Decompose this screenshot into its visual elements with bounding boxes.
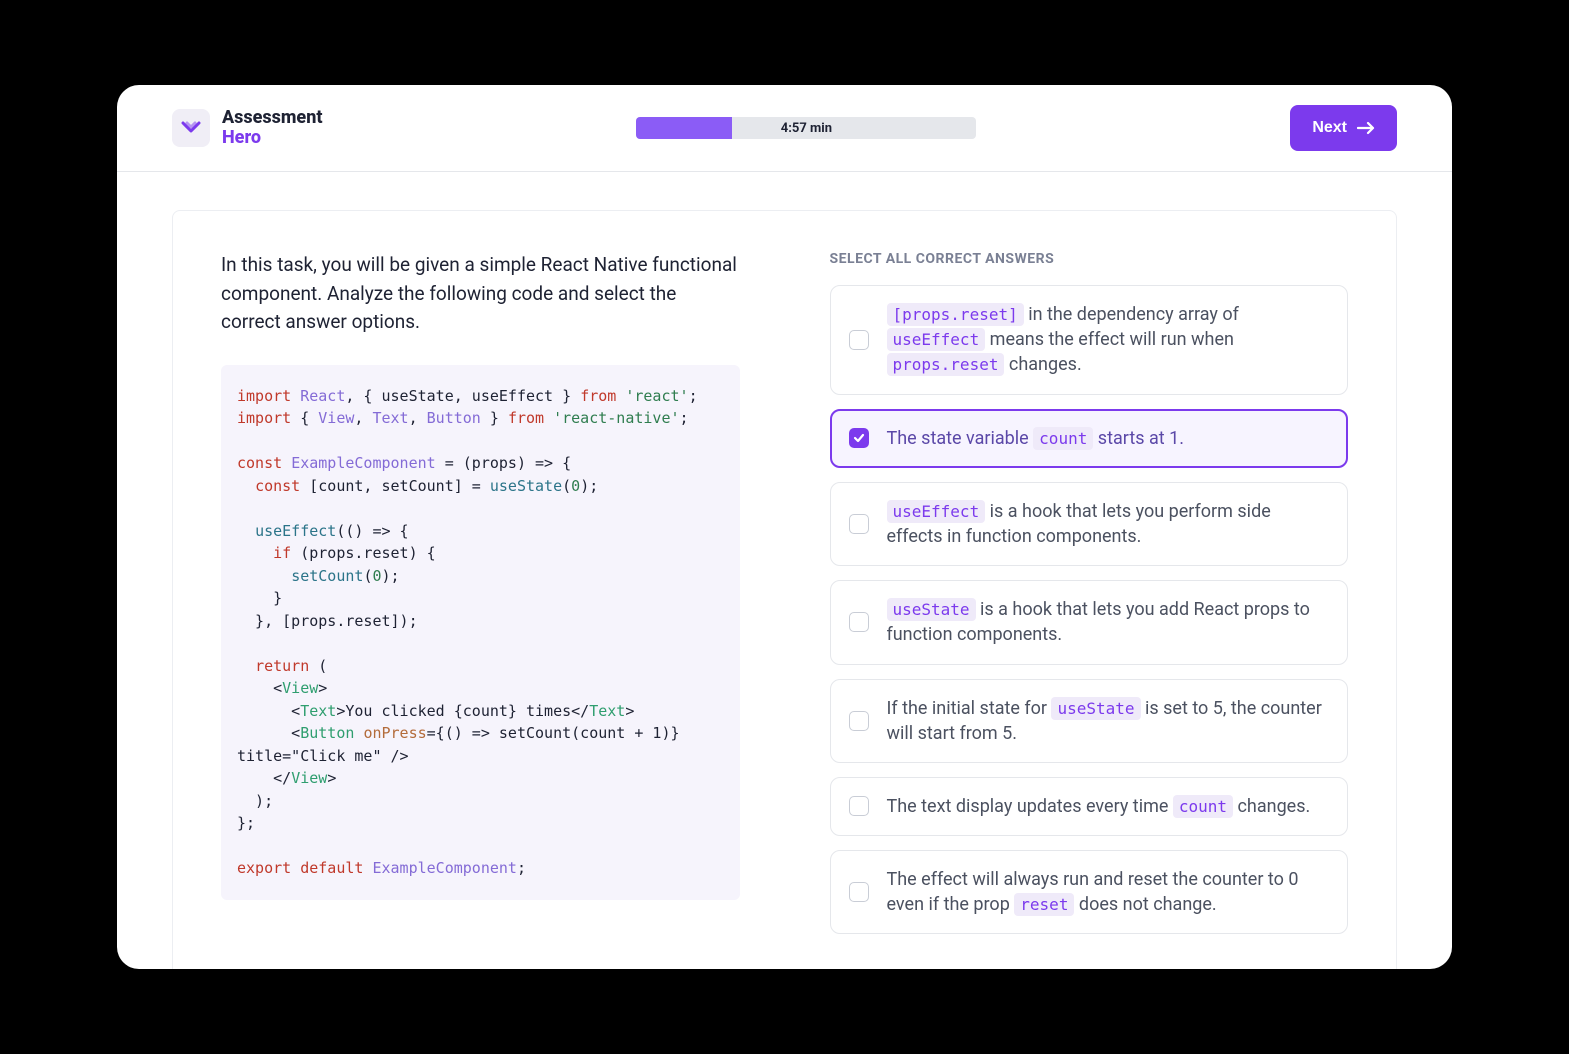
- brand-name: Assessment Hero: [222, 108, 322, 148]
- inline-code: count: [1033, 427, 1093, 450]
- inline-code: useState: [1051, 697, 1140, 720]
- answer-option[interactable]: The text display updates every time coun…: [830, 777, 1349, 836]
- option-text: The text display updates every time coun…: [887, 794, 1311, 819]
- answer-option[interactable]: The state variable count starts at 1.: [830, 409, 1349, 468]
- answer-option[interactable]: useEffect is a hook that lets you perfor…: [830, 482, 1349, 566]
- answer-option[interactable]: If the initial state for useState is set…: [830, 679, 1349, 763]
- timer-fill: [636, 117, 731, 139]
- checkbox[interactable]: [849, 882, 869, 902]
- code-block: import React, { useState, useEffect } fr…: [221, 365, 740, 900]
- header: Assessment Hero 4:57 min Next: [117, 85, 1452, 172]
- option-text: [props.reset] in the dependency array of…: [887, 302, 1330, 378]
- next-button[interactable]: Next: [1290, 105, 1397, 151]
- inline-code: reset: [1014, 893, 1074, 916]
- inline-code: useEffect: [887, 500, 986, 523]
- question-left: In this task, you will be given a simple…: [221, 251, 740, 948]
- option-text: useEffect is a hook that lets you perfor…: [887, 499, 1330, 549]
- question-prompt: In this task, you will be given a simple…: [221, 251, 740, 337]
- option-text: The effect will always run and reset the…: [887, 867, 1330, 917]
- checkbox[interactable]: [849, 330, 869, 350]
- brand-line1: Assessment: [222, 107, 322, 128]
- answer-option[interactable]: useState is a hook that lets you add Rea…: [830, 580, 1349, 664]
- inline-code: props.reset: [887, 353, 1005, 376]
- arrow-right-icon: [1357, 121, 1375, 135]
- checkbox[interactable]: [849, 514, 869, 534]
- answers-label: SELECT ALL CORRECT ANSWERS: [830, 251, 1349, 267]
- checkbox[interactable]: [849, 612, 869, 632]
- inline-code: count: [1173, 795, 1233, 818]
- checkbox[interactable]: [849, 711, 869, 731]
- answer-option[interactable]: The effect will always run and reset the…: [830, 850, 1349, 934]
- brand-line2: Hero: [222, 128, 322, 148]
- inline-code: useState: [887, 598, 976, 621]
- answer-option[interactable]: [props.reset] in the dependency array of…: [830, 285, 1349, 395]
- app-window: Assessment Hero 4:57 min Next In this ta…: [117, 85, 1452, 969]
- option-text: The state variable count starts at 1.: [887, 426, 1184, 451]
- question-card: In this task, you will be given a simple…: [172, 210, 1397, 969]
- timer-text: 4:57 min: [781, 121, 832, 136]
- checkbox[interactable]: [849, 428, 869, 448]
- next-label: Next: [1312, 119, 1347, 137]
- option-text: If the initial state for useState is set…: [887, 696, 1330, 746]
- content-area: In this task, you will be given a simple…: [117, 172, 1452, 969]
- answers-panel: SELECT ALL CORRECT ANSWERS [props.reset]…: [830, 251, 1349, 948]
- brand-logo-icon: [172, 109, 210, 147]
- brand: Assessment Hero: [172, 108, 322, 148]
- inline-code: [props.reset]: [887, 303, 1024, 326]
- options-list: [props.reset] in the dependency array of…: [830, 285, 1349, 934]
- inline-code: useEffect: [887, 328, 986, 351]
- checkbox[interactable]: [849, 796, 869, 816]
- option-text: useState is a hook that lets you add Rea…: [887, 597, 1330, 647]
- timer-progress: 4:57 min: [636, 117, 976, 139]
